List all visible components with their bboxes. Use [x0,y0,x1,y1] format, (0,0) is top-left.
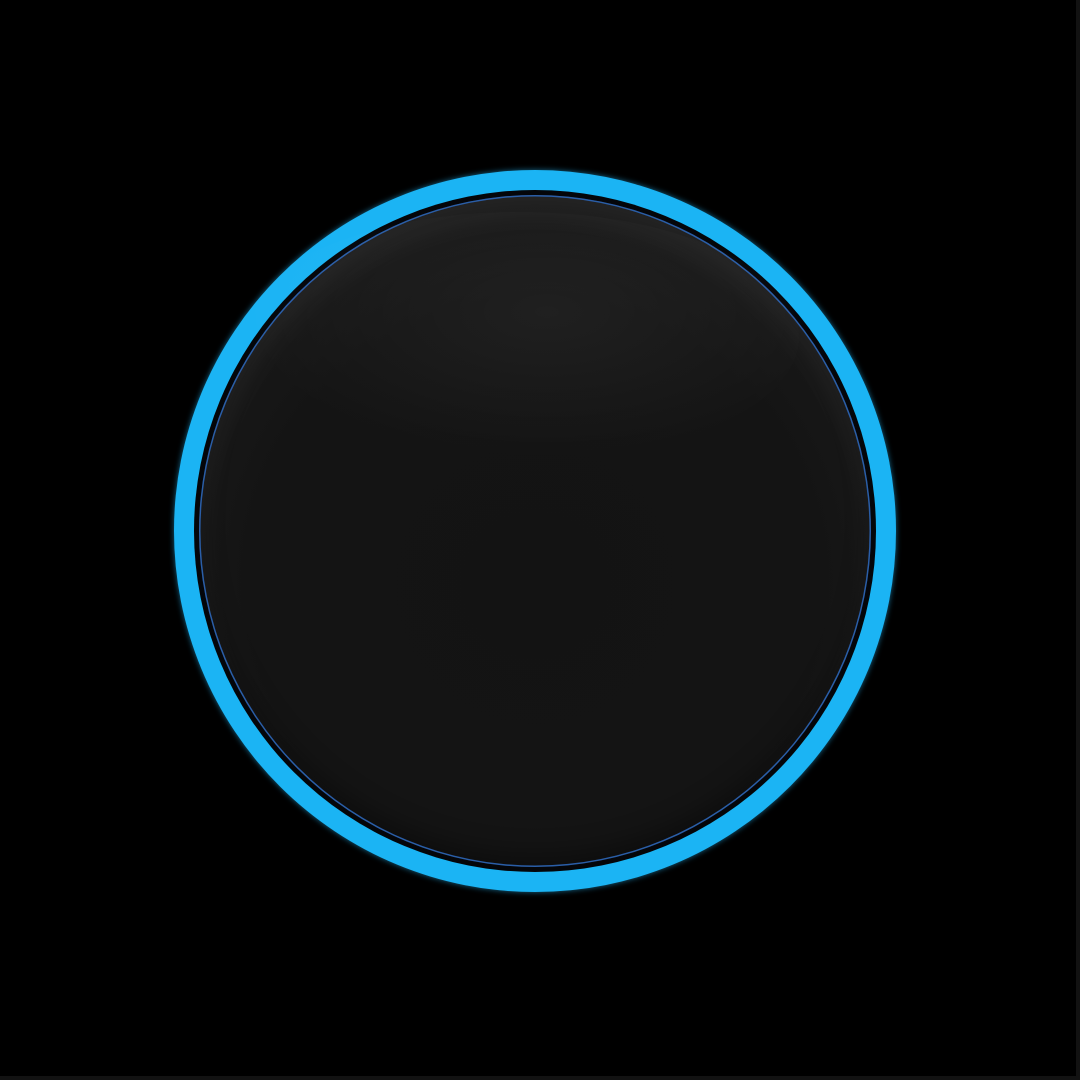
screen [0,0,1080,1080]
orb-button[interactable] [199,195,871,867]
edge-line-bottom [0,1076,1080,1080]
edge-line-right [1076,0,1080,1080]
